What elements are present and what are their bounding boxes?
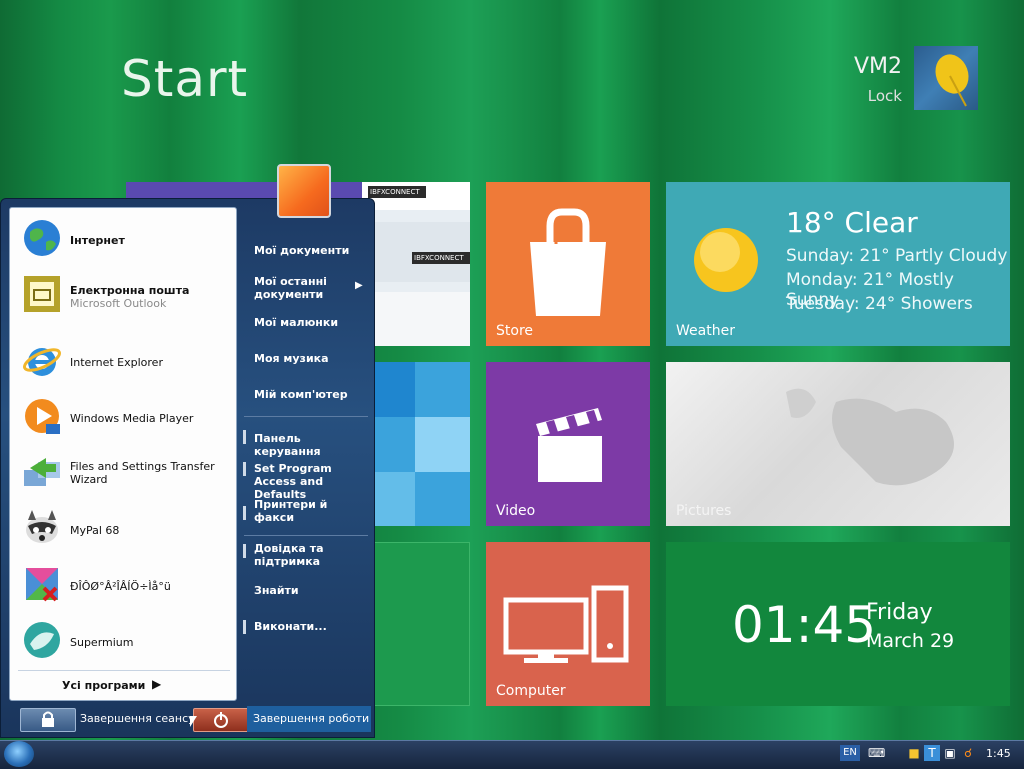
shopping-bag-icon (530, 208, 606, 316)
all-programs-button[interactable]: Усі програми ▶ (18, 670, 230, 701)
program-sublabel: Microsoft Outlook (70, 297, 167, 310)
help-icon (243, 544, 246, 558)
tile-pictures[interactable]: Pictures (666, 362, 1010, 526)
menu-my-computer[interactable]: Мій комп'ютер (254, 388, 366, 401)
tile-computer-label: Computer (496, 683, 566, 699)
clock-day: Friday (866, 600, 933, 625)
weather-current: 18° Clear (786, 206, 918, 239)
program-internet[interactable]: Інтернет (18, 212, 234, 264)
clock-date: March 29 (866, 630, 955, 652)
program-transfer-wizard[interactable]: Files and Settings Transfer Wizard (18, 446, 234, 498)
run-icon (243, 620, 246, 634)
menu-help[interactable]: Довідка та підтримка (254, 542, 366, 568)
ie-icon (23, 348, 61, 376)
globe-icon (24, 220, 60, 256)
weather-forecast-1: Sunday: 21° Partly Cloudy (786, 246, 1008, 266)
menu-separator (244, 535, 368, 536)
program-label: Інтернет (70, 234, 125, 247)
program-broken-name[interactable]: ÐÎÔØ°Â²ÎÂÍÖ÷Ìå°ü (18, 558, 234, 610)
menu-my-pictures[interactable]: Мої малюнки (254, 316, 366, 329)
world-map-icon (786, 388, 954, 486)
user-name[interactable]: VM2 (854, 54, 902, 79)
printer-icon (243, 506, 246, 520)
keyboard-icon[interactable]: ⌨ (868, 745, 885, 761)
program-label: Windows Media Player (70, 412, 194, 425)
power-icon (214, 712, 228, 728)
program-label: MyPal 68 (70, 524, 120, 537)
broken-app-icon (26, 568, 58, 602)
lock-icon (42, 711, 54, 727)
program-label: Supermium (70, 636, 134, 649)
menu-search[interactable]: Знайти (254, 584, 366, 597)
control-panel-icon (243, 430, 246, 444)
bird-icon (24, 622, 60, 658)
tile-browser-preview[interactable]: IBFXCONNECT IBFXCONNECT (362, 182, 470, 346)
tile-green-partial[interactable] (360, 542, 470, 706)
leaf-icon (935, 54, 969, 107)
program-internet-explorer[interactable]: Internet Explorer (18, 334, 234, 386)
program-email[interactable]: Електронна пошта Microsoft Outlook (18, 268, 234, 320)
program-access-icon (243, 462, 246, 476)
program-supermium[interactable]: Supermium (18, 614, 234, 666)
menu-my-music[interactable]: Моя музика (254, 352, 366, 365)
tile-video-label: Video (496, 503, 536, 519)
logoff-button[interactable] (20, 708, 76, 732)
taskbar-clock[interactable]: 1:45 (986, 747, 1011, 760)
clapperboard-icon (536, 408, 602, 482)
program-label: Електронна пошта (70, 284, 190, 297)
network-icon[interactable]: ▣ (942, 745, 958, 761)
mouse-cursor (190, 716, 197, 727)
clock-time: 01:45 (732, 596, 877, 654)
tile-store[interactable]: Store (486, 182, 650, 346)
user-avatar[interactable] (914, 46, 978, 110)
start-orb-button[interactable] (4, 741, 34, 767)
sun-icon (694, 228, 758, 292)
logoff-label[interactable]: Завершення сеансу (80, 712, 195, 725)
menu-recent-documents[interactable]: Мої останні документи (254, 275, 366, 301)
all-programs-label: Усі програми (62, 679, 146, 692)
search-icon[interactable]: ☌ (960, 745, 976, 761)
program-mypal[interactable]: MyPal 68 (18, 502, 234, 554)
menu-program-access[interactable]: Set Program Access and Defaults (254, 462, 366, 501)
security-shield-icon[interactable]: ■ (906, 745, 922, 761)
tile-clock[interactable]: 01:45 Friday March 29 (666, 542, 1010, 706)
tile-computer[interactable]: Computer (486, 542, 650, 706)
weather-forecast-3: Tuesday: 24° Showers (786, 294, 973, 314)
program-label: ÐÎÔØ°Â²ÎÂÍÖ÷Ìå°ü (70, 580, 171, 593)
program-label: Internet Explorer (70, 356, 163, 369)
start-title: Start (121, 50, 249, 108)
program-media-player[interactable]: Windows Media Player (18, 390, 234, 442)
tile-weather[interactable]: 18° Clear Sunday: 21° Partly Cloudy Mond… (666, 182, 1010, 346)
media-player-icon (25, 399, 60, 434)
tile-video[interactable]: Video (486, 362, 650, 526)
power-button[interactable] (193, 708, 249, 732)
menu-run[interactable]: Виконати... (254, 620, 366, 633)
start-menu-programs-pane: Інтернет Електронна пошта Microsoft Outl… (9, 207, 237, 701)
lock-link[interactable]: Lock (868, 87, 902, 105)
language-indicator[interactable]: EN (840, 745, 860, 761)
chevron-right-icon: ▶ (355, 280, 363, 291)
browser-badge-2: IBFXCONNECT (412, 252, 470, 264)
raccoon-icon (26, 510, 58, 543)
menu-separator (244, 416, 368, 417)
program-label: Files and Settings Transfer Wizard (70, 460, 215, 486)
transfer-wizard-icon (24, 458, 60, 486)
app-tray-icon[interactable]: T (924, 745, 940, 761)
chevron-right-icon: ▶ (152, 677, 162, 691)
tile-weather-label: Weather (676, 323, 735, 339)
browser-badge: IBFXCONNECT (368, 186, 426, 198)
tile-pictures-label: Pictures (676, 503, 732, 519)
menu-control-panel[interactable]: Панель керування (254, 432, 366, 458)
menu-printers[interactable]: Принтери й факси (254, 498, 366, 524)
computer-icon (503, 585, 629, 663)
outlook-icon (24, 276, 60, 312)
user-picture-flower[interactable] (277, 164, 331, 218)
shutdown-label[interactable]: Завершення роботи (247, 706, 371, 732)
tile-store-label: Store (496, 323, 534, 339)
menu-my-documents[interactable]: Мої документи (254, 244, 366, 257)
tile-blue-partial[interactable] (360, 362, 470, 526)
